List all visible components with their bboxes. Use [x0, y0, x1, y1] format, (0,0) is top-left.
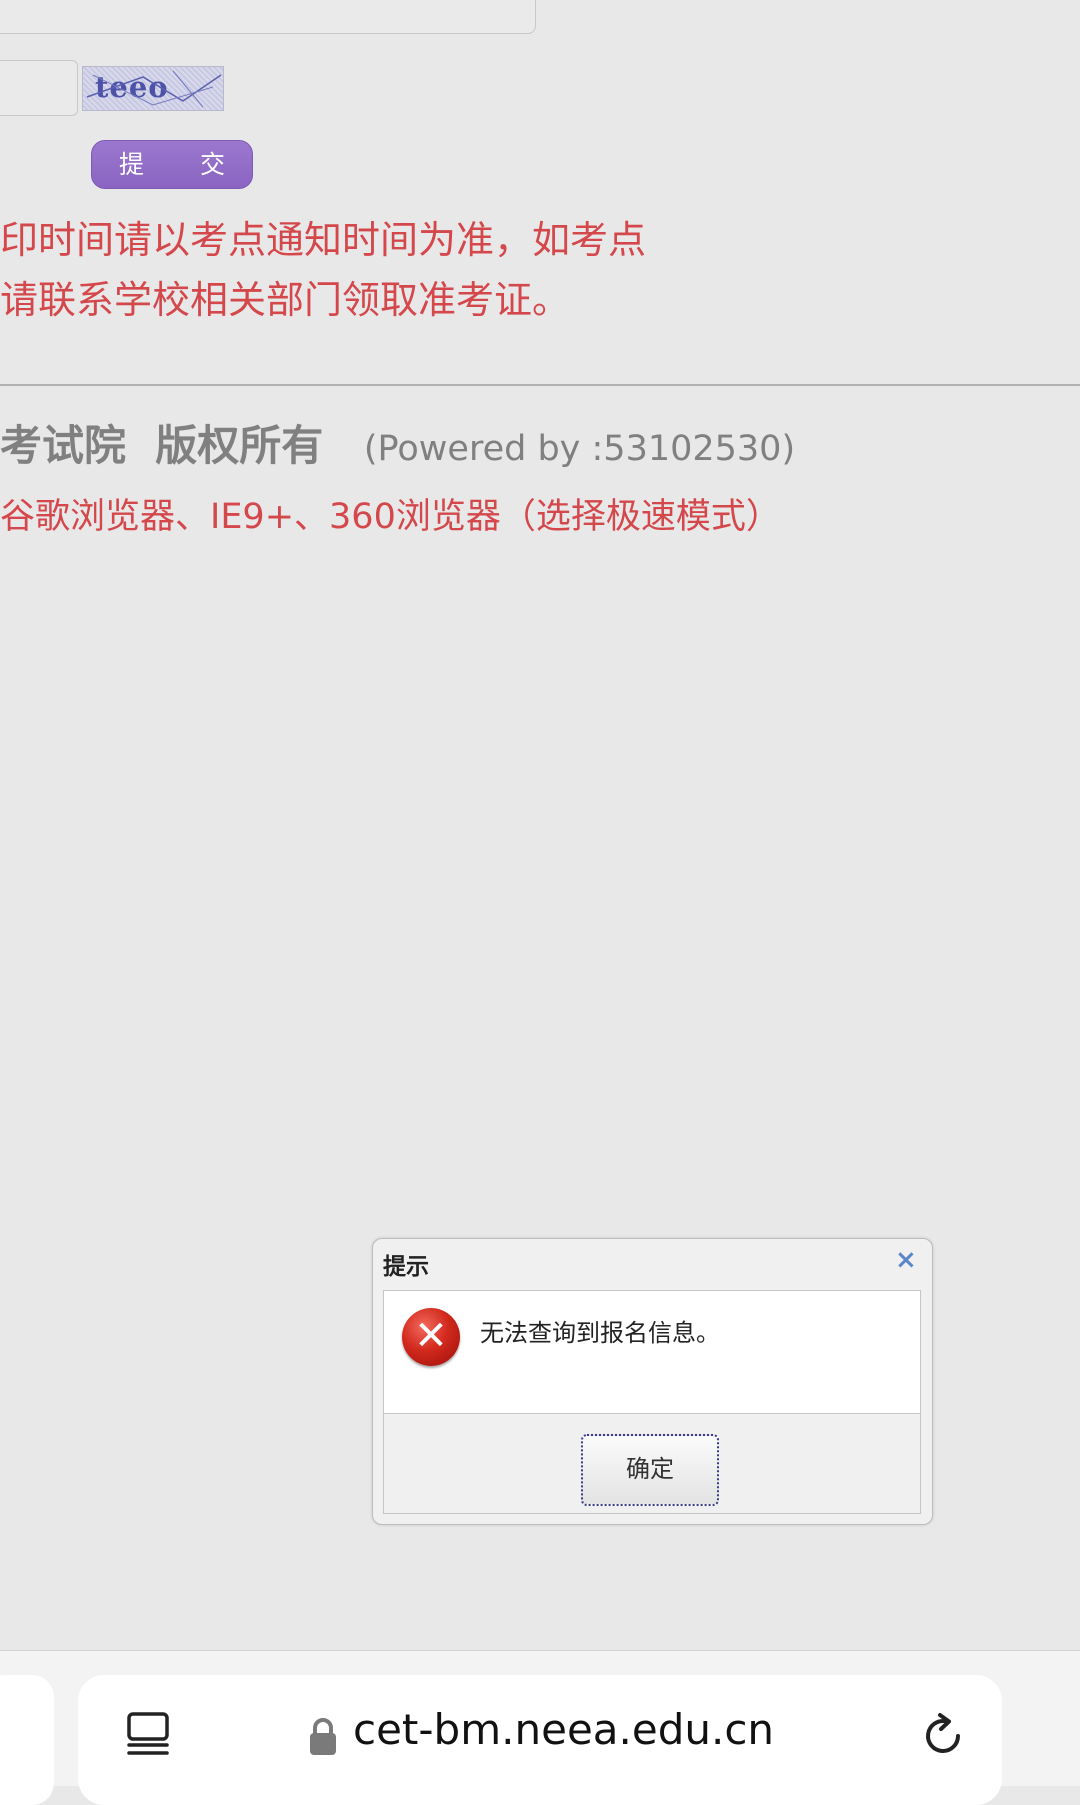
captcha-image[interactable]: teeo — [82, 66, 224, 111]
captcha-input[interactable] — [0, 60, 78, 116]
close-icon[interactable]: × — [895, 1245, 917, 1275]
dialog-body: ✕ 无法查询到报名信息。 — [383, 1290, 921, 1414]
tabs-icon[interactable] — [124, 1709, 172, 1761]
error-icon: ✕ — [402, 1308, 460, 1366]
reload-icon[interactable] — [918, 1711, 968, 1765]
notice-text: 印时间请以考点通知时间为准，如考点 请联系学校相关部门领取准考证。 — [0, 210, 1080, 330]
captcha-noise — [86, 70, 222, 108]
dialog-message: 无法查询到报名信息。 — [480, 1319, 720, 1347]
ok-button[interactable]: 确定 — [581, 1434, 719, 1506]
text-input[interactable] — [0, 0, 536, 34]
url-text[interactable]: cet-bm.neea.edu.cn — [353, 1705, 774, 1754]
previous-tab[interactable] — [0, 1675, 54, 1805]
lock-icon — [308, 1717, 338, 1761]
browser-note: 谷歌浏览器、IE9+、360浏览器（选择极速模式） — [0, 497, 781, 537]
alert-dialog: 提示 × ✕ 无法查询到报名信息。 确定 — [372, 1238, 933, 1525]
submit-button[interactable]: 提 交 — [91, 140, 253, 189]
notice-line-1: 印时间请以考点通知时间为准，如考点 — [0, 218, 647, 262]
copyright: 考试院 版权所有 (Powered by :53102530) — [0, 412, 795, 473]
notice-line-2: 请联系学校相关部门领取准考证。 — [0, 278, 571, 322]
copyright-text: 考试院 版权所有 — [0, 421, 324, 470]
address-bar[interactable]: cet-bm.neea.edu.cn — [78, 1675, 1002, 1805]
dialog-title: 提示 — [383, 1254, 429, 1280]
powered-by: (Powered by :53102530) — [363, 429, 796, 469]
divider — [0, 384, 1080, 386]
browser-bar: cet-bm.neea.edu.cn — [0, 1650, 1080, 1805]
dialog-footer: 确定 — [383, 1414, 921, 1514]
